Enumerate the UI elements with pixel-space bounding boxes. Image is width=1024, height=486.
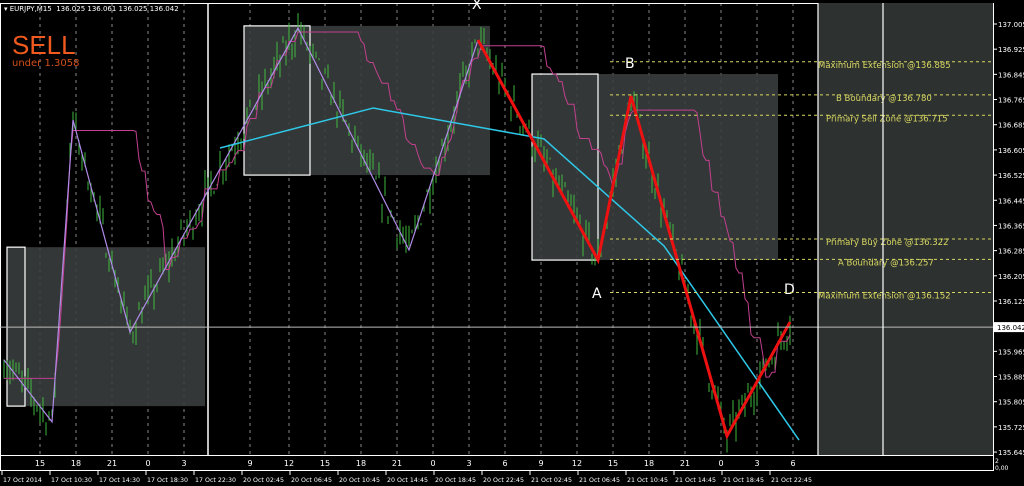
x-hour-label: 18 [356,459,366,468]
x-hour-label: 21 [680,459,690,468]
x-date-label: 17 Oct 14:30 [99,477,140,484]
x-hour-label: 3 [754,459,759,468]
x-hour-label: 12 [572,459,582,468]
x-date-label: 20 Oct 10:45 [339,477,380,484]
x-hour-label: 21 [392,459,402,468]
x-date-label: 21 Oct 22:45 [771,477,812,484]
y-tick-label: 136.285 [998,248,1024,256]
pattern-point-label: B [625,56,635,72]
current-price-label: 136.042 [997,324,1024,332]
x-hour-label: 15 [320,459,330,468]
x-date-label: 21 Oct 06:45 [579,477,620,484]
y-tick-label: 135.725 [998,424,1024,432]
x-hour-label: 15 [608,459,618,468]
y-tick-label: 136.765 [998,97,1024,105]
pattern-point-label: A [592,286,602,302]
x-date-label: 20 Oct 02:45 [243,477,284,484]
signal-subtitle: under 1.3058 [12,58,80,69]
y-tick-label: 136.445 [998,197,1024,205]
level-label: B Boundary @136.780 [836,94,932,104]
level-label: A Boundary @136.257 [838,258,934,268]
x-hour-label: 0 [430,459,435,468]
zone-box [532,74,778,261]
x-hour-label: 6 [790,459,795,468]
x-date-label: 21 Oct 10:45 [627,477,668,484]
y-tick-label: 136.925 [998,46,1024,54]
x-date-label: 21 Oct 18:45 [723,477,764,484]
x-hour-label: 9 [538,459,543,468]
y-tick-label: 136.845 [998,71,1024,79]
y-tick-label: 136.685 [998,122,1024,130]
zone-box [244,25,490,176]
x-date-label: 17 Oct 2014 [3,477,42,484]
pattern-point-label: X [472,0,482,13]
y-tick-label: 135.965 [998,348,1024,356]
level-label: Maximum Extension @136.152 [818,291,951,301]
x-hour-label: 12 [284,459,294,468]
y-tick-label: 136.525 [998,172,1024,180]
x-hour-label: 21 [107,459,117,468]
chart-header: ▾ EURJPY,M15 136.025 136.061 136.025 136… [4,5,179,13]
x-hour-label: 18 [644,459,654,468]
y-tick-label: 136.205 [998,273,1024,281]
x-hour-label: 18 [71,459,81,468]
level-label: Primary Buy Zone @136.322 [826,238,949,248]
x-hour-label: 3 [181,459,186,468]
x-hour-label: 6 [502,459,507,468]
y-tick-label: 136.125 [998,298,1024,306]
symbol-label: EURJPY,M15 [9,5,52,13]
y-tick-label: 136.365 [998,222,1024,230]
y-tick-label: 137.005 [998,21,1024,29]
indicator-scale-label: 0,00 [995,465,1009,472]
x-hour-label: 0 [718,459,723,468]
ohlc-readout: 136.025 136.061 136.025 136.042 [56,5,179,13]
x-date-label: 20 Oct 14:45 [387,477,428,484]
future-panel [818,3,993,455]
x-date-label: 17 Oct 18:30 [147,477,188,484]
x-hour-label: 3 [466,459,471,468]
x-hour-label: 9 [247,459,252,468]
x-date-label: 17 Oct 10:30 [51,477,92,484]
x-date-label: 20 Oct 18:45 [435,477,476,484]
pattern-point-label: D [784,282,795,298]
y-tick-label: 136.605 [998,147,1024,155]
x-hour-label: 0 [145,459,150,468]
x-hour-label: 15 [35,459,45,468]
x-date-label: 21 Oct 14:45 [675,477,716,484]
x-date-label: 20 Oct 06:45 [291,477,332,484]
y-tick-label: 135.805 [998,399,1024,407]
x-date-label: 20 Oct 22:45 [483,477,524,484]
x-date-label: 21 Oct 02:45 [531,477,572,484]
y-tick-label: 135.885 [998,374,1024,382]
level-label: Primary Sell Zone @136.715 [826,114,948,124]
indicator-scale-top: 2 [995,458,999,465]
signal-title: SELL [12,30,76,60]
price-chart[interactable]: X A B D Maximum Extension @136.885 B Boundar… [0,0,1024,486]
level-label: Maximum Extension @136.885 [818,61,951,71]
y-tick-label: 135.645 [998,449,1024,457]
x-date-label: 17 Oct 22:30 [195,477,236,484]
